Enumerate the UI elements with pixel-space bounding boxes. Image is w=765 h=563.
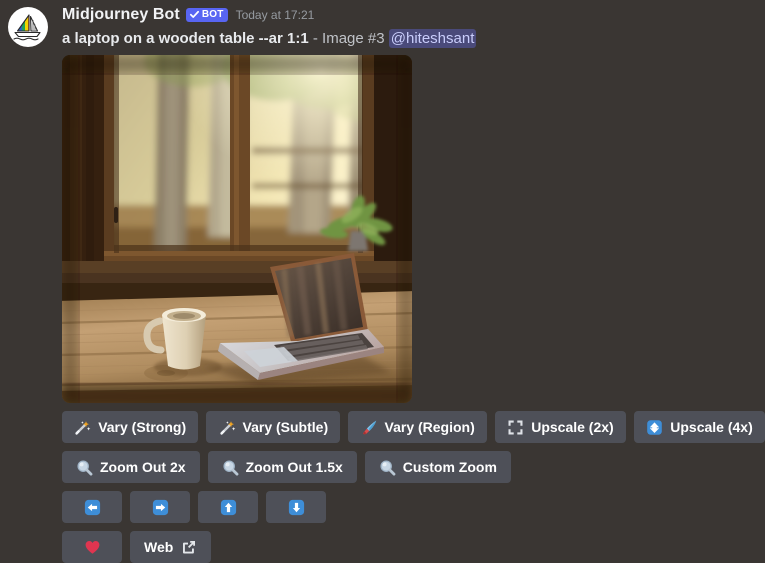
expand-corners-icon	[507, 419, 524, 436]
heart-icon	[84, 539, 101, 556]
image-index-label: - Image #3	[308, 30, 389, 47]
vary-subtle-label: Vary (Subtle)	[242, 418, 329, 435]
vary-region-label: Vary (Region)	[384, 418, 475, 435]
zoom-out-2x-label: Zoom Out 2x	[100, 458, 186, 475]
user-mention[interactable]: @hiteshsant	[388, 29, 477, 48]
magnifying-glass-icon	[379, 459, 396, 476]
author-name[interactable]: Midjourney Bot	[62, 6, 180, 24]
laptop-on-wooden-table-image	[62, 55, 412, 403]
vary-strong-button[interactable]: Vary (Strong)	[62, 411, 199, 443]
upscale-arrow-icon	[646, 419, 663, 436]
pan-right-button[interactable]	[130, 491, 190, 523]
pan-up-button[interactable]	[198, 491, 258, 523]
bot-badge-label: BOT	[201, 9, 224, 20]
message-content: a laptop on a wooden table --ar 1:1 - Im…	[62, 29, 765, 49]
zoom-out-1-5x-label: Zoom Out 1.5x	[245, 458, 343, 475]
message-timestamp: Today at 17:21	[235, 8, 315, 22]
paintbrush-icon	[361, 419, 378, 436]
upscale-4x-label: Upscale (4x)	[670, 418, 753, 435]
action-row-zoom: Zoom Out 2x Zoom Out 1.5x Custom Zoom	[62, 451, 765, 483]
avatar[interactable]	[8, 7, 48, 47]
chat-message: Midjourney Bot BOT Today at 17:21 a lapt…	[0, 0, 765, 563]
favorite-button[interactable]	[62, 531, 122, 563]
magic-wand-icon	[74, 419, 91, 436]
zoom-out-1-5x-button[interactable]: Zoom Out 1.5x	[207, 451, 357, 483]
custom-zoom-label: Custom Zoom	[402, 458, 497, 475]
upscale-4x-button[interactable]: Upscale (4x)	[633, 411, 765, 443]
pan-down-button[interactable]	[266, 491, 326, 523]
action-row-misc: Web	[62, 531, 765, 563]
pan-left-button[interactable]	[62, 491, 122, 523]
vary-subtle-button[interactable]: Vary (Subtle)	[206, 411, 341, 443]
web-button[interactable]: Web	[130, 531, 212, 563]
magnifying-glass-icon	[222, 459, 239, 476]
arrow-up-icon	[220, 499, 237, 516]
zoom-out-2x-button[interactable]: Zoom Out 2x	[62, 451, 200, 483]
magnifying-glass-icon	[76, 459, 93, 476]
action-row-pan	[62, 491, 765, 523]
vary-region-button[interactable]: Vary (Region)	[348, 411, 487, 443]
avatar-container	[8, 4, 50, 563]
bot-badge: BOT	[185, 8, 228, 22]
vary-strong-label: Vary (Strong)	[98, 418, 187, 435]
arrow-left-icon	[84, 499, 101, 516]
arrow-right-icon	[152, 499, 169, 516]
midjourney-sailboat-avatar	[13, 14, 41, 41]
generated-image[interactable]	[62, 55, 412, 403]
magic-wand-icon	[219, 419, 236, 436]
message-body: Midjourney Bot BOT Today at 17:21 a lapt…	[50, 4, 765, 563]
action-button-rows: Vary (Strong) Vary (Subtle) Vary (Region…	[62, 411, 765, 563]
action-row-variations: Vary (Strong) Vary (Subtle) Vary (Region…	[62, 411, 765, 443]
verified-check-icon	[189, 10, 199, 18]
web-label: Web	[144, 538, 174, 555]
upscale-2x-label: Upscale (2x)	[531, 418, 614, 435]
arrow-down-icon	[288, 499, 305, 516]
prompt-text: a laptop on a wooden table --ar 1:1	[62, 30, 309, 47]
message-header: Midjourney Bot BOT Today at 17:21	[62, 4, 765, 26]
external-link-icon	[180, 539, 197, 556]
upscale-2x-button[interactable]: Upscale (2x)	[494, 411, 626, 443]
custom-zoom-button[interactable]: Custom Zoom	[364, 451, 511, 483]
